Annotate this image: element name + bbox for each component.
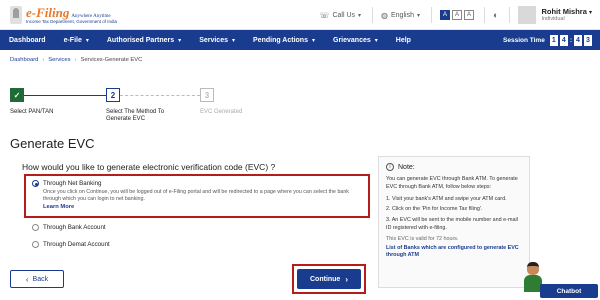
logo-title: e-Filing Anywhere Anytime [26,4,111,20]
chevron-right-icon: › [345,274,348,284]
note-intro: You can generate EVC through Bank ATM. T… [386,176,518,190]
nav-efile[interactable]: e-File ▾ [55,30,98,50]
breadcrumb-dashboard[interactable]: Dashboard [10,57,38,63]
nav-pending-actions[interactable]: Pending Actions ▾ [244,30,324,50]
phone-icon: ☏ [319,10,330,20]
step-1-check-icon: ✓ [10,88,24,102]
radio-net-banking[interactable] [32,180,39,187]
nav-grievances[interactable]: Grievances ▾ [324,30,387,50]
info-icon: i [386,163,394,171]
note-validity: This EVC is valid for 72 hours. [386,235,459,242]
option-net-banking-highlight: Through Net Banking Once you click on Co… [24,174,370,218]
user-menu[interactable]: Rohit Mishra ▾ Individual [510,6,600,24]
breadcrumb: Dashboard › Services › Services-Generate… [10,57,142,63]
page-title: Generate EVC [10,136,95,151]
step-connector [120,95,200,96]
note-panel: i Note: You can generate EVC through Ban… [378,156,530,288]
user-name: Rohit Mishra ▾ [541,6,592,16]
language-label: English [391,11,414,19]
font-size-normal[interactable]: A [452,10,463,20]
chevron-right-icon: › [42,57,45,63]
radio-demat-account[interactable] [32,241,39,248]
session-timer: Session Time 1 4 : 4 3 [503,34,600,46]
font-size-increase[interactable]: A [439,10,450,20]
continue-button-label: Continue [310,275,341,283]
option-net-banking[interactable]: Through Net Banking [32,180,362,187]
continue-highlight: Continue › [292,264,366,294]
font-size-controls: A A A [432,7,486,23]
option-bank-account[interactable]: Through Bank Account [32,224,106,231]
chevron-down-icon: ▾ [178,37,182,44]
breadcrumb-services[interactable]: Services [48,57,70,63]
contrast-toggle[interactable]: ◐ [485,7,511,23]
top-header: e-Filing Anywhere Anytime Income Tax Depa… [0,0,600,30]
evc-method-card: How would you like to generate electroni… [10,156,370,256]
globe-icon: ◍ [381,10,388,20]
breadcrumb-current: Services-Generate EVC [80,57,143,63]
note-header: i Note: [386,163,522,171]
nav-authorised-partners[interactable]: Authorised Partners ▾ [98,30,190,50]
option-net-banking-description: Once you click on Continue, you will be … [43,189,349,203]
chevron-down-icon: ▾ [311,37,315,44]
emblem-icon [10,6,22,24]
continue-button[interactable]: Continue › [297,269,361,289]
option-demat-account-label: Through Demat Account [43,241,110,248]
contrast-icon: ◐ [493,10,499,20]
chevron-right-icon: › [74,57,77,63]
chevron-down-icon: ▾ [85,37,89,44]
chevron-down-icon: ▾ [232,37,236,44]
option-demat-account[interactable]: Through Demat Account [32,241,110,248]
chevron-down-icon: ▾ [358,12,362,19]
note-steps: 1. Visit your bank's ATM and swipe your … [386,196,522,233]
note-step: 3. An EVC will be sent to the mobile num… [386,217,518,232]
radio-bank-account[interactable] [32,224,39,231]
call-us-label: Call Us [332,11,355,19]
session-label: Session Time [503,36,545,44]
nav-dashboard[interactable]: Dashboard [0,30,55,50]
chevron-down-icon: ▾ [374,37,378,44]
session-digit: 4 [574,34,582,46]
learn-more-link[interactable]: Learn More [43,204,362,210]
progress-stepper: ✓ 2 3 Select PAN/TAN Select The Method T… [0,88,260,128]
evc-question: How would you like to generate electroni… [22,162,276,172]
main-nav: Dashboard e-File ▾ Authorised Partners ▾ S… [0,30,600,50]
logo-tagline: Anywhere Anytime [71,13,111,19]
session-digit: 4 [559,34,568,46]
font-size-decrease[interactable]: A [464,10,475,20]
language-selector[interactable]: ◍ English ▾ [373,7,432,23]
bank-list-link[interactable]: List of Banks which are configured to ge… [386,245,522,260]
chatbot-button[interactable]: Chatbot [540,284,598,298]
step-3-indicator: 3 [200,88,214,102]
back-button[interactable]: ‹ Back [10,270,64,288]
session-digit: 1 [549,34,558,46]
nav-help[interactable]: Help [387,30,420,50]
nav-services[interactable]: Services ▾ [190,30,244,50]
session-digit: 3 [584,34,592,46]
chevron-left-icon: ‹ [25,274,29,284]
option-net-banking-label: Through Net Banking [43,180,102,187]
step-2-label: Select The Method To Generate EVC [106,109,165,123]
note-title: Note: [398,163,415,171]
option-bank-account-label: Through Bank Account [43,224,106,231]
step-2-indicator: 2 [106,88,120,102]
chevron-down-icon: ▾ [416,12,420,19]
step-connector [24,95,106,96]
logo-subtitle: Income Tax Department, Government of Ind… [26,18,117,24]
efiling-logo[interactable]: e-Filing Anywhere Anytime Income Tax Depa… [10,3,117,27]
back-button-label: Back [32,275,49,283]
avatar [518,6,537,24]
note-step: 2. Click on the 'Pin for Income Tax fili… [386,206,483,213]
step-1-label: Select PAN/TAN [10,109,54,115]
step-3-label: EVC Generated [200,109,243,115]
note-step: 1. Visit your bank's ATM and swipe your … [386,195,507,202]
user-role: Individual [541,16,565,23]
call-us-menu[interactable]: ☏ Call Us ▾ [311,7,374,23]
